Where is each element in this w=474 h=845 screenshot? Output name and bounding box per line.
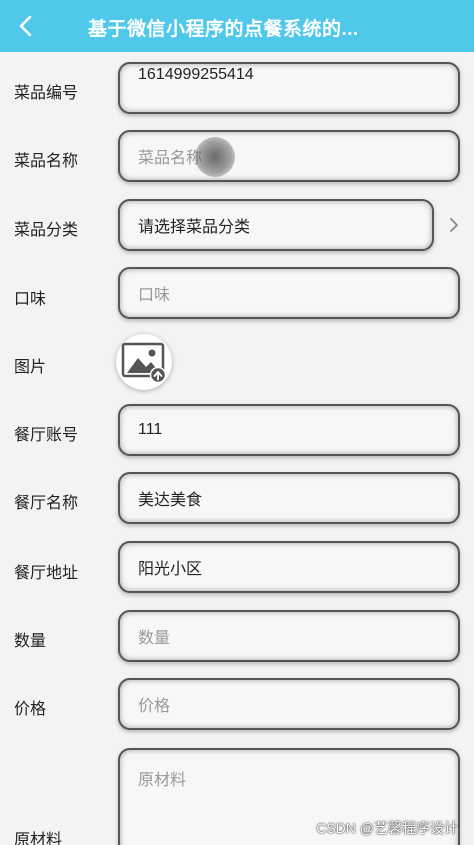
restaurant-account-value: 111: [138, 421, 163, 438]
restaurant-name-label: 餐厅名称: [14, 495, 79, 512]
ingredients-label: 原材料: [14, 832, 63, 845]
restaurant-account-label: 餐厅账号: [14, 427, 79, 444]
restaurant-name-field[interactable]: 美达美食: [118, 472, 460, 524]
quantity-label: 数量: [14, 633, 47, 650]
dish-no-field[interactable]: 1614999255414: [118, 62, 460, 114]
restaurant-address-label: 餐厅地址: [14, 565, 79, 582]
chevron-right-icon[interactable]: [446, 217, 462, 233]
quantity-input[interactable]: 数量: [118, 610, 460, 662]
price-placeholder: 价格: [138, 698, 171, 715]
dish-name-label: 菜品名称: [14, 153, 79, 170]
price-label: 价格: [14, 701, 47, 718]
taste-placeholder: 口味: [138, 287, 171, 304]
dish-category-select[interactable]: 请选择菜品分类: [118, 199, 434, 251]
back-button[interactable]: [0, 0, 52, 52]
chevron-left-icon: [19, 15, 32, 37]
restaurant-address-value: 阳光小区: [138, 561, 203, 578]
ingredients-placeholder: 原材料: [138, 772, 187, 789]
page-title: 基于微信小程序的点餐系统的...: [88, 19, 359, 40]
restaurant-account-field[interactable]: 111: [118, 404, 460, 456]
restaurant-address-field[interactable]: 阳光小区: [118, 541, 460, 593]
image-upload-button[interactable]: [116, 334, 172, 390]
dish-no-label: 菜品编号: [14, 85, 79, 102]
dish-name-placeholder: 菜品名称: [138, 150, 203, 167]
watermark: CSDN @艺馨程序设计: [316, 820, 458, 836]
taste-label: 口味: [14, 291, 47, 308]
image-upload-icon: [121, 342, 167, 384]
navbar: 基于微信小程序的点餐系统的...: [0, 0, 474, 52]
dish-name-input[interactable]: 菜品名称: [118, 130, 460, 182]
dish-category-label: 菜品分类: [14, 222, 79, 239]
image-label: 图片: [14, 359, 47, 376]
quantity-placeholder: 数量: [138, 630, 171, 647]
price-input[interactable]: 价格: [118, 678, 460, 730]
dish-category-value: 请选择菜品分类: [138, 219, 251, 236]
taste-input[interactable]: 口味: [118, 267, 460, 319]
restaurant-name-value: 美达美食: [138, 492, 203, 509]
dish-no-value: 1614999255414: [138, 66, 254, 83]
